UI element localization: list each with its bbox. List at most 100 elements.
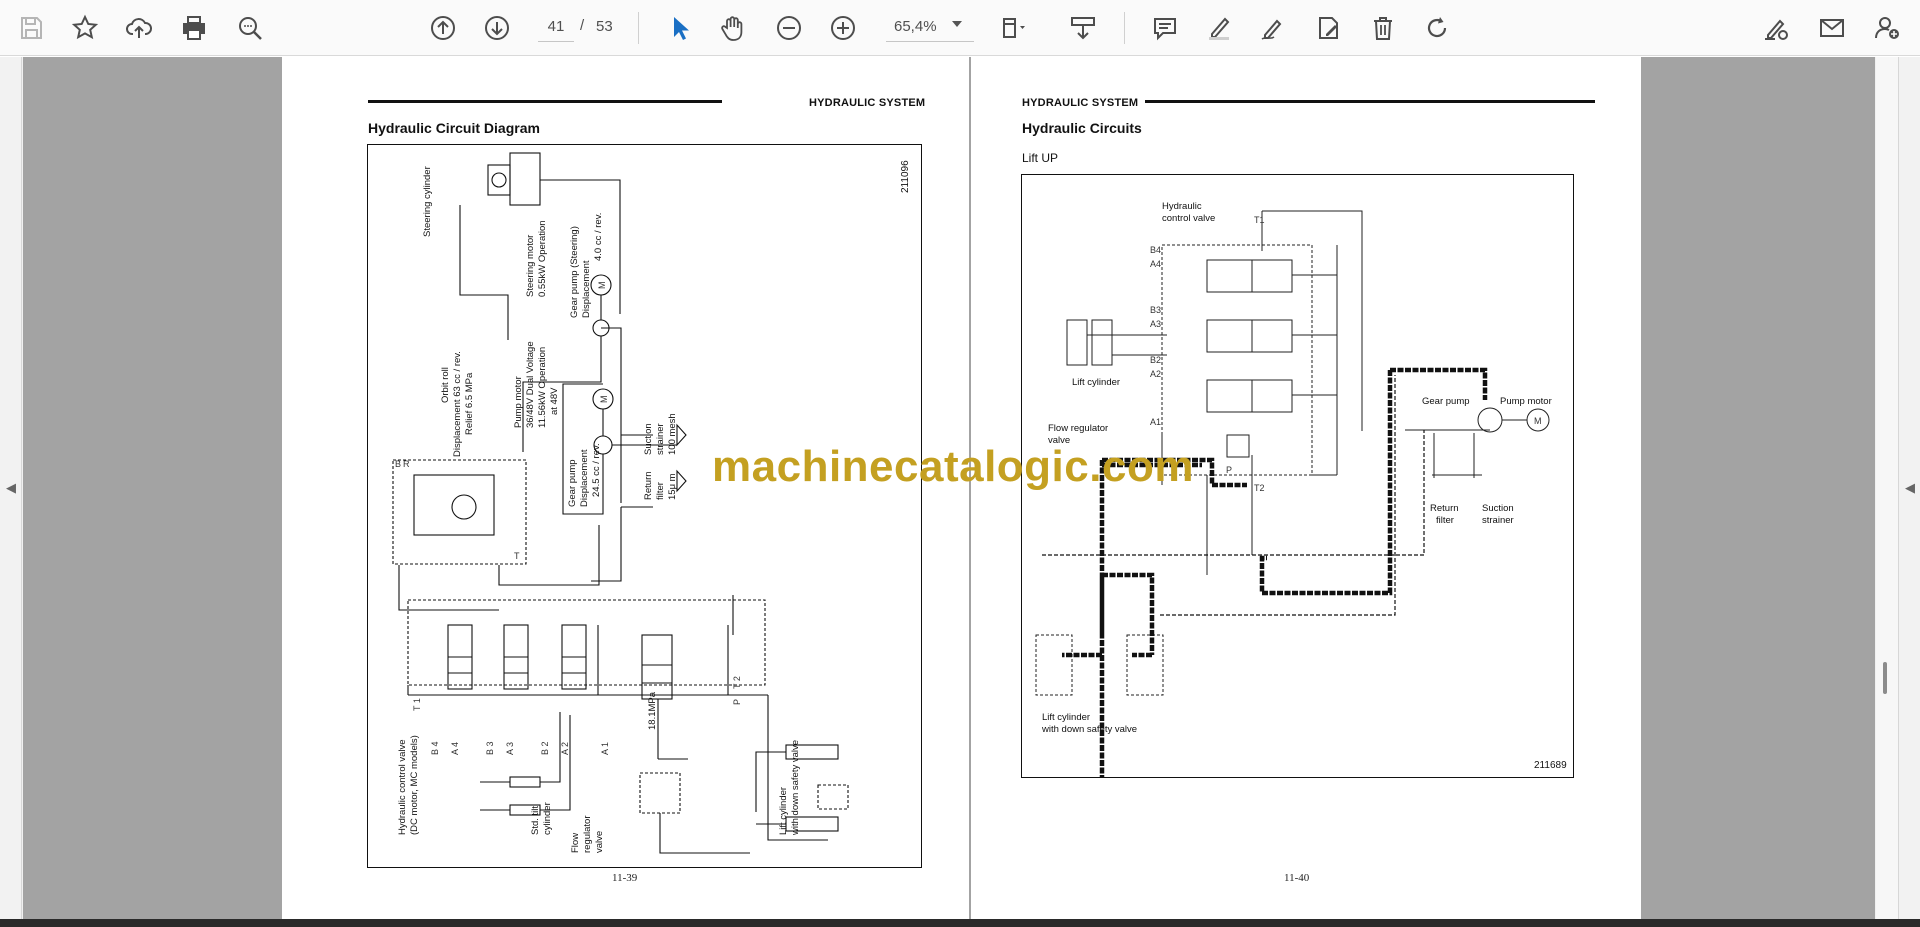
label-steering-cylinder: Steering cylinder <box>422 166 433 237</box>
port-a2: A2 <box>1150 369 1161 379</box>
port-a4: A4 <box>1150 259 1161 269</box>
port-b4: B4 <box>1150 245 1161 255</box>
label-lift-cylinder: Lift cylinder <box>1072 377 1120 388</box>
label-gear-pump-val: 24.5 cc / rev. <box>591 443 602 497</box>
comment-icon[interactable] <box>1146 9 1184 47</box>
port-p: P <box>732 699 742 705</box>
label-pump-motor-power: 11.56kW Operation <box>537 347 548 428</box>
label-flow-reg-1: Flow regulator <box>1048 423 1108 434</box>
vertical-scrollbar[interactable] <box>1876 57 1898 919</box>
label-steering-motor-spec: 0.55kW Operation <box>537 220 548 297</box>
rotate-icon[interactable] <box>1418 9 1456 47</box>
port-a1: A1 <box>1150 417 1161 427</box>
port-t1: T1 <box>1254 215 1265 225</box>
zoom-dropdown-icon[interactable] <box>952 21 962 27</box>
label-regulator: regulator <box>582 816 593 854</box>
label-orbit-roll-relief: Relief 6.5 MPa <box>464 372 475 435</box>
zoom-out-icon[interactable] <box>770 9 808 47</box>
page-header: HYDRAULIC SYSTEM <box>1022 97 1139 109</box>
port-a2: A 2 <box>560 742 570 755</box>
label-strainer: strainer <box>655 423 666 455</box>
highlight-pen-icon[interactable] <box>1200 9 1238 47</box>
bookmark-star-icon[interactable] <box>66 9 104 47</box>
share-user-icon[interactable] <box>1868 9 1906 47</box>
upload-cloud-icon[interactable] <box>120 9 158 47</box>
delete-icon[interactable] <box>1364 9 1402 47</box>
header-rule <box>368 100 722 103</box>
label-gear-pump: Gear pump <box>567 459 578 507</box>
label-pressure: 18.1MPa <box>647 691 658 730</box>
watermark: machinecatalogic.com <box>712 442 1194 491</box>
pump-motor-m: M <box>1534 416 1542 426</box>
page-separator: / <box>580 17 585 34</box>
hydraulic-circuit-diagram: Steering cylinder Steering motor 0.55kW … <box>367 144 922 868</box>
hand-pan-icon[interactable] <box>714 9 752 47</box>
label-pump-motor-voltage: 36/48V Dual Voltage <box>525 341 536 428</box>
header-rule <box>1145 100 1595 103</box>
label-valve: valve <box>594 831 605 853</box>
fill-sign-icon[interactable] <box>1757 9 1795 47</box>
label-hcv-1: Hydraulic <box>1162 201 1202 212</box>
save-icon[interactable] <box>12 9 50 47</box>
label-orbit-roll-disp: Displacement 63 cc / rev. <box>452 351 463 457</box>
page-number: 11-39 <box>612 872 638 884</box>
figure-number: 211096 <box>900 160 911 193</box>
port-b4: B 4 <box>430 741 440 755</box>
select-cursor-icon[interactable] <box>660 9 698 47</box>
toolbar: / 53 <box>0 0 1920 56</box>
draw-icon[interactable] <box>1254 9 1292 47</box>
port-a3: A 3 <box>505 742 515 755</box>
current-page-input[interactable] <box>538 12 574 42</box>
right-panel-toggle[interactable]: ◀ <box>1898 57 1920 919</box>
label-hcv-line2: (DC motor, MC models) <box>409 735 420 835</box>
bottom-bar <box>0 919 1920 927</box>
port-b3: B 3 <box>485 741 495 755</box>
scrollbar-thumb[interactable] <box>1883 662 1887 694</box>
expand-left-icon[interactable]: ◀ <box>6 480 16 496</box>
label-lift-cyl-b1: Lift cylinder <box>1042 712 1090 723</box>
port-t: T <box>514 551 520 561</box>
label-pump-motor: Pump motor <box>513 376 524 428</box>
fit-page-icon[interactable] <box>994 9 1032 47</box>
label-orbit-roll: Orbit roll <box>440 367 451 403</box>
page-header: HYDRAULIC SYSTEM <box>809 97 926 109</box>
toolbar-divider <box>638 12 639 44</box>
zoom-level-input[interactable] <box>886 12 974 42</box>
page-down-icon[interactable] <box>478 9 516 47</box>
figure-number: 211689 <box>1534 760 1567 771</box>
label-lift-cyl-safety: with down safety valve <box>790 740 801 836</box>
label-pump-motor-at: at 48V <box>549 387 560 415</box>
port-r: R <box>403 459 410 469</box>
steering-motor-m: M <box>597 282 607 290</box>
expand-right-icon[interactable]: ◀ <box>1905 480 1915 496</box>
port-t1: T 1 <box>412 698 422 711</box>
zoom-in-icon[interactable] <box>824 9 862 47</box>
label-gear-pump-steering: Gear pump (Steering) <box>569 226 580 318</box>
label-mesh: 100 mesh <box>667 413 678 455</box>
label-return-filter-1: Return <box>1430 503 1459 514</box>
circuit-diagram-graphic: Steering cylinder Steering motor 0.55kW … <box>392 152 849 854</box>
email-icon[interactable] <box>1813 9 1851 47</box>
left-panel-toggle[interactable]: ◀ <box>0 57 22 919</box>
print-icon[interactable] <box>175 9 213 47</box>
zoom-search-icon[interactable] <box>231 9 269 47</box>
page-subtitle: Lift UP <box>1022 151 1059 165</box>
label-hcv-line1: Hydraulic control valve <box>397 739 408 835</box>
page-title: Hydraulic Circuit Diagram <box>368 120 540 136</box>
label-hcv-2: control valve <box>1162 213 1215 224</box>
label-return: Return <box>643 471 654 500</box>
edit-pdf-icon[interactable] <box>1310 9 1348 47</box>
label-suction-2: strainer <box>1482 515 1514 526</box>
label-flow: Flow <box>570 833 581 853</box>
toolbar-divider <box>1124 12 1125 44</box>
export-page-icon[interactable] <box>1064 9 1102 47</box>
label-pump-motor: Pump motor <box>1500 396 1552 407</box>
pump-motor-m: M <box>599 396 609 404</box>
port-a3: A3 <box>1150 319 1161 329</box>
port-t2: T 2 <box>732 676 742 689</box>
label-std-tilt: Std. tilt <box>530 806 541 835</box>
port-b2: B 2 <box>540 741 550 755</box>
label-filter-size: 15μ m <box>667 473 678 500</box>
port-b3: B3 <box>1150 305 1161 315</box>
page-up-icon[interactable] <box>424 9 462 47</box>
